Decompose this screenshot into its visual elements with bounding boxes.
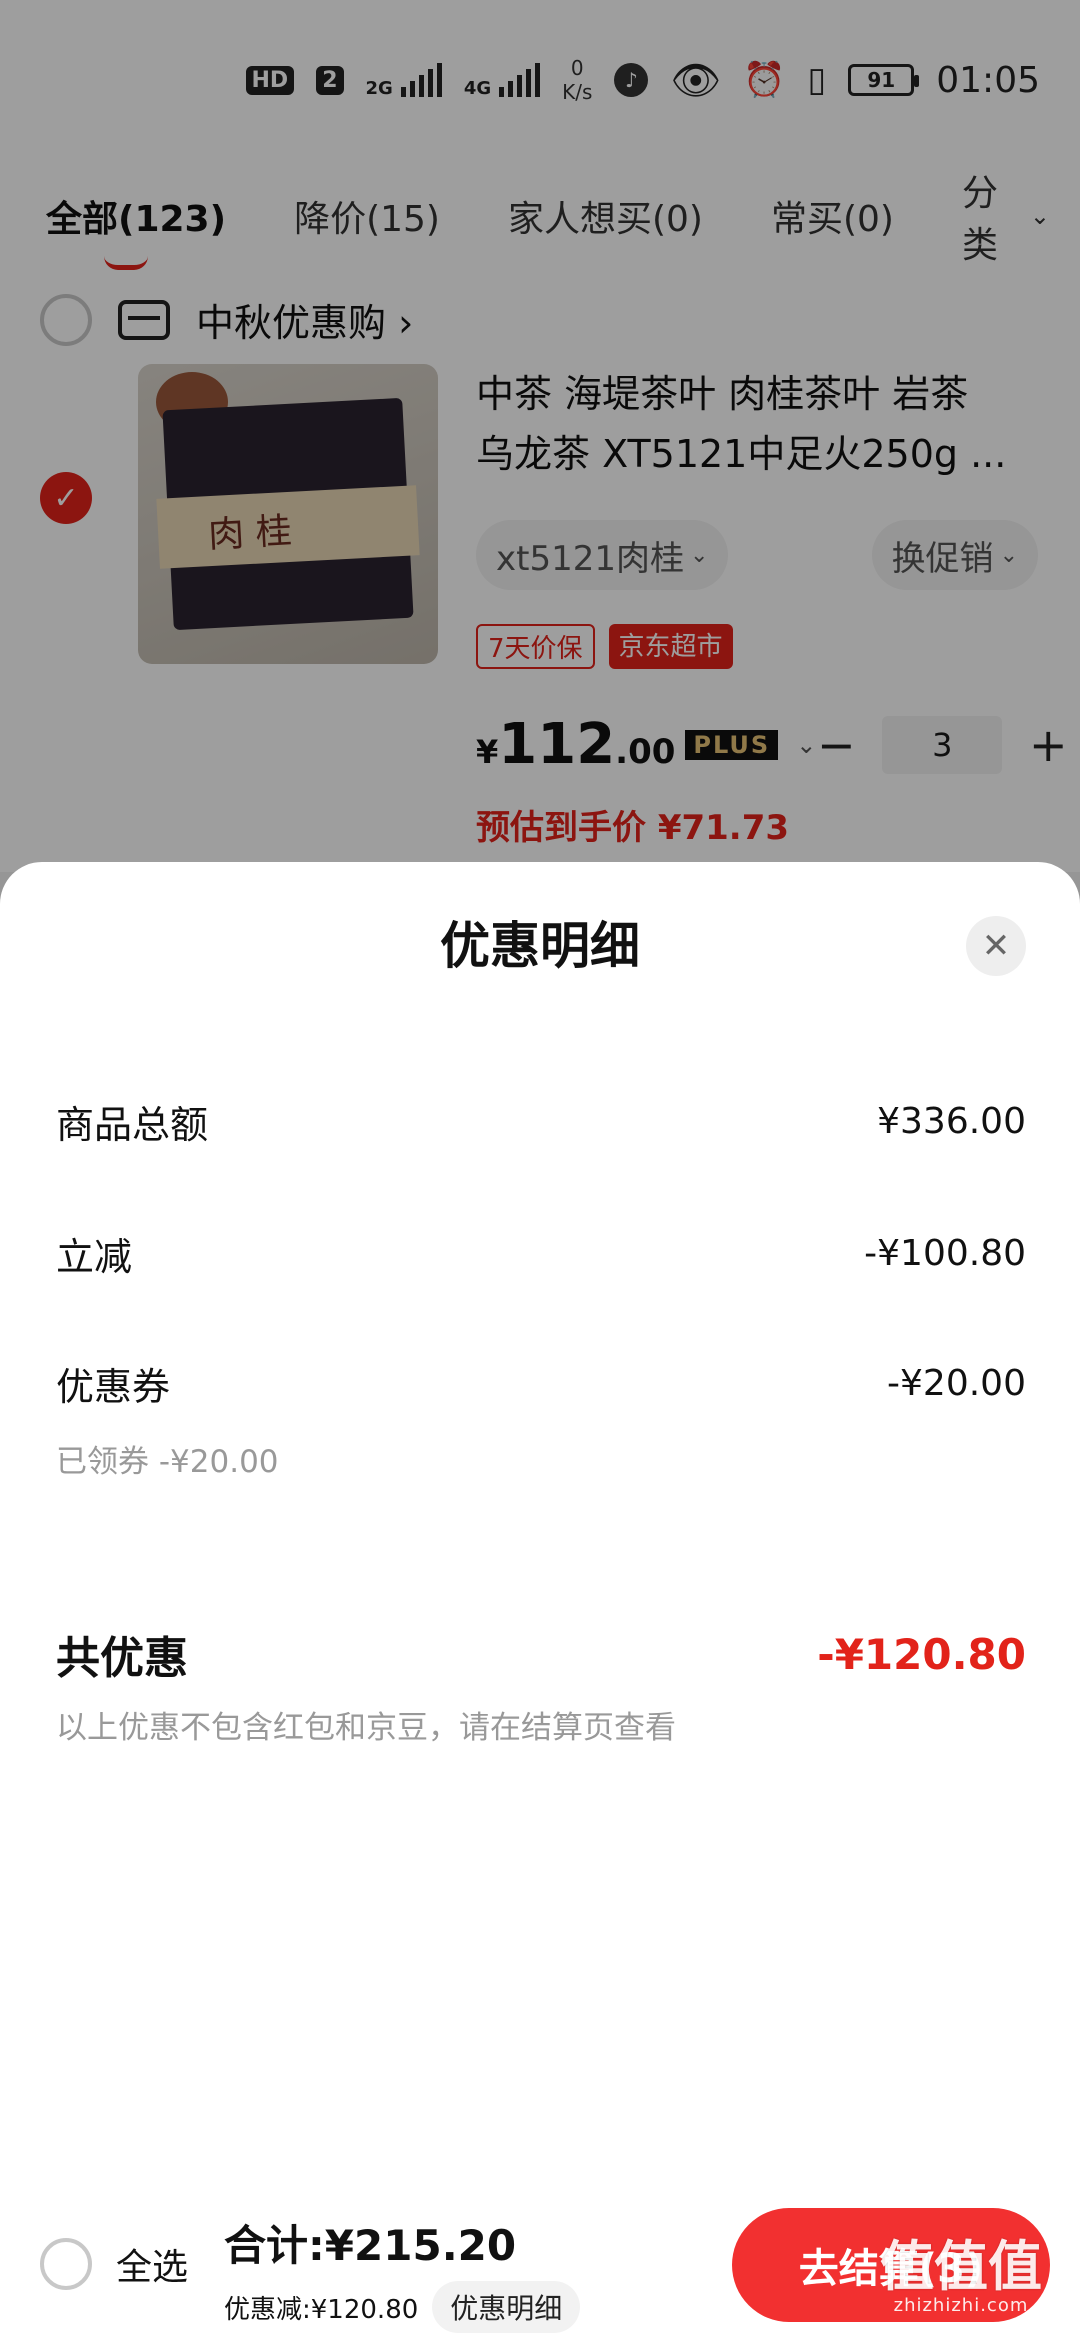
select-all-label: 全选 xyxy=(116,2247,189,2288)
total-price: 合计:¥215.20 xyxy=(224,2221,517,2270)
coupon-value: -¥20.00 xyxy=(887,1363,1026,1404)
row-instant-discount: 立减 -¥100.80 xyxy=(56,1226,1026,1281)
goods-total-value: ¥336.00 xyxy=(877,1101,1026,1142)
row-coupon: 优惠券 -¥20.00 xyxy=(56,1356,1026,1411)
sheet-title: 优惠明细 xyxy=(440,917,640,975)
goods-total-label: 商品总额 xyxy=(56,1103,209,1147)
discount-disclaimer: 以上优惠不包含红包和京豆，请在结算页查看 xyxy=(56,1710,676,1746)
watermark-glyphs: 值值值 xyxy=(880,2235,1042,2298)
select-all[interactable]: 全选 xyxy=(40,2238,188,2290)
checkout-bar: 全选 合计:¥215.20 优惠减:¥120.80 优惠明细 去结算(3) 值值… xyxy=(0,2190,1080,2340)
discount-amount: 优惠减:¥120.80 xyxy=(224,2294,419,2325)
coupon-label: 优惠券 xyxy=(56,1365,171,1409)
sum-block: 合计:¥215.20 优惠减:¥120.80 优惠明细 xyxy=(224,2212,581,2333)
discount-detail-button[interactable]: 优惠明细 xyxy=(432,2281,581,2333)
close-button[interactable]: ✕ xyxy=(966,916,1026,976)
instant-discount-label: 立减 xyxy=(56,1235,133,1279)
discount-detail-sheet: 优惠明细 ✕ 商品总额 ¥336.00 立减 -¥100.80 优惠券 -¥20… xyxy=(0,862,1080,2192)
row-total-discount: 共优惠 -¥120.80 xyxy=(56,1622,1026,1686)
row-goods-total: 商品总额 ¥336.00 xyxy=(56,1094,1026,1149)
coupon-note: 已领券 -¥20.00 xyxy=(56,1444,279,1480)
watermark-logo: 值值值 zhizhizhi.com xyxy=(880,2235,1042,2317)
close-icon: ✕ xyxy=(981,926,1011,966)
discount-line: 优惠减:¥120.80 优惠明细 xyxy=(224,2281,581,2333)
total-discount-value: -¥120.80 xyxy=(817,1629,1026,1679)
watermark-url: zhizhizhi.com xyxy=(893,2295,1029,2316)
instant-discount-value: -¥100.80 xyxy=(864,1233,1026,1274)
select-all-checkbox[interactable] xyxy=(40,2238,92,2290)
cart-screen: HD 2 2G 4G 0 K/s ♪ 👁 ⏰ ▯ 91 01:05 全部(123… xyxy=(0,0,1080,2340)
total-discount-label: 共优惠 xyxy=(56,1633,188,1684)
